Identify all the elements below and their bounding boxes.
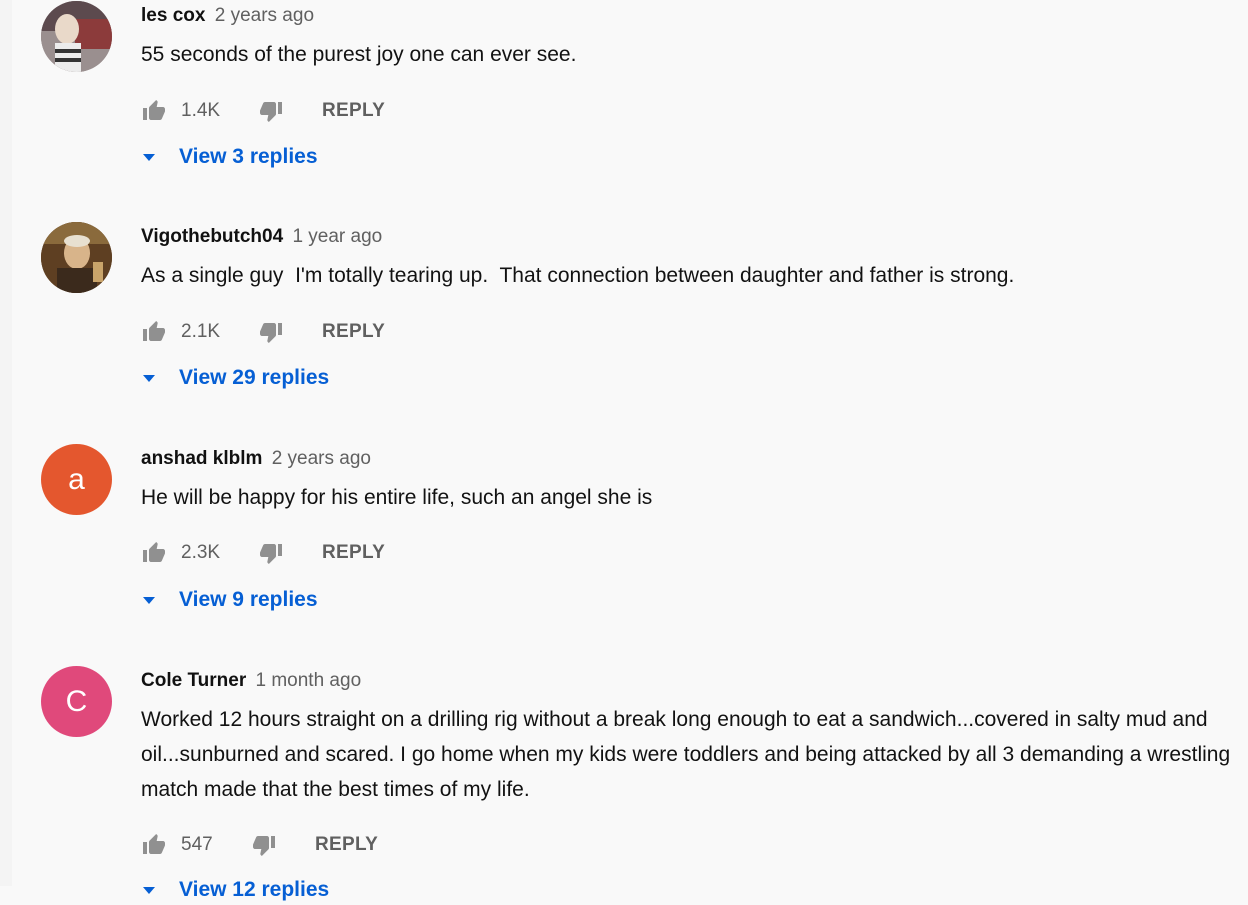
- comment-header: Vigothebutch04 1 year ago: [141, 225, 1238, 249]
- like-count: 2.3K: [181, 542, 221, 563]
- comment-text: Worked 12 hours straight on a drilling r…: [141, 708, 1231, 801]
- comment-actions: 2.1K REPLY: [141, 317, 385, 347]
- thumb-down-icon[interactable]: [258, 540, 284, 566]
- like-count: 1.4K: [181, 100, 221, 121]
- avatar-letter: C: [65, 684, 88, 718]
- page-edge: [0, 0, 12, 886]
- view-replies-button[interactable]: View 9 replies: [141, 585, 318, 615]
- reply-button[interactable]: REPLY: [322, 542, 385, 564]
- reply-button[interactable]: REPLY: [322, 321, 385, 343]
- avatar[interactable]: C: [41, 666, 112, 737]
- view-replies-button[interactable]: View 29 replies: [141, 363, 329, 393]
- author-name[interactable]: anshad klblm: [141, 448, 262, 469]
- thumb-up-icon[interactable]: [141, 832, 167, 858]
- triangle-down-icon: [143, 153, 155, 161]
- thumb-up-icon[interactable]: [141, 540, 167, 566]
- author-name[interactable]: les cox: [141, 5, 205, 26]
- author-name[interactable]: Cole Turner: [141, 670, 246, 691]
- thumb-up-icon[interactable]: [141, 98, 167, 124]
- timestamp[interactable]: 2 years ago: [272, 448, 371, 469]
- timestamp[interactable]: 1 year ago: [292, 226, 382, 247]
- author-name[interactable]: Vigothebutch04: [141, 226, 283, 247]
- comment-header: Cole Turner 1 month ago: [141, 669, 1238, 693]
- comment-header: anshad klblm 2 years ago: [141, 447, 1238, 471]
- avatar-photo: [41, 222, 112, 293]
- comment-header: les cox 2 years ago: [141, 4, 1238, 28]
- comment-text: As a single guy I'm totally tearing up. …: [141, 264, 1015, 287]
- like-count: 547: [181, 834, 213, 855]
- view-replies-label: View 3 replies: [179, 145, 318, 168]
- timestamp[interactable]: 2 years ago: [215, 5, 314, 26]
- like-count: 2.1K: [181, 321, 221, 342]
- thumb-down-icon[interactable]: [258, 98, 284, 124]
- triangle-down-icon: [143, 886, 155, 894]
- avatar[interactable]: [41, 1, 112, 72]
- comment-actions: 2.3K REPLY: [141, 538, 385, 568]
- view-replies-label: View 29 replies: [179, 366, 330, 389]
- view-replies-button[interactable]: View 3 replies: [141, 142, 318, 172]
- timestamp[interactable]: 1 month ago: [256, 670, 362, 691]
- view-replies-label: View 12 replies: [179, 878, 330, 901]
- comment-text: He will be happy for his entire life, su…: [141, 486, 653, 509]
- avatar[interactable]: a: [41, 444, 112, 515]
- reply-button[interactable]: REPLY: [322, 100, 385, 122]
- comment-actions: 1.4K REPLY: [141, 96, 385, 126]
- view-replies-label: View 9 replies: [179, 588, 318, 611]
- avatar-photo: [41, 1, 112, 72]
- thumb-down-icon[interactable]: [251, 832, 277, 858]
- triangle-down-icon: [143, 596, 155, 604]
- avatar[interactable]: [41, 222, 112, 293]
- avatar-letter: a: [68, 462, 85, 496]
- comment-actions: 547 REPLY: [141, 830, 378, 860]
- thumb-up-icon[interactable]: [141, 319, 167, 345]
- view-replies-button[interactable]: View 12 replies: [141, 875, 329, 905]
- comment-text: 55 seconds of the purest joy one can eve…: [141, 43, 577, 66]
- reply-button[interactable]: REPLY: [315, 834, 378, 856]
- thumb-down-icon[interactable]: [258, 319, 284, 345]
- triangle-down-icon: [143, 374, 155, 382]
